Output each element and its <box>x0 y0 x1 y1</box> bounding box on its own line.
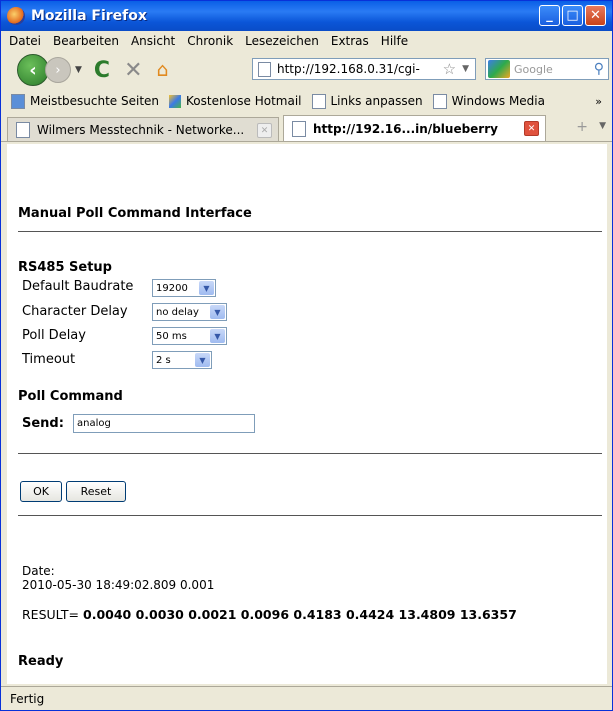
page-icon <box>258 61 271 77</box>
window-controls: _ □ ✕ <box>539 5 606 26</box>
page-title: Manual Poll Command Interface <box>18 206 252 221</box>
page-icon <box>16 121 30 138</box>
character-delay-select[interactable]: no delay ▼ <box>152 303 227 321</box>
maximize-button[interactable]: □ <box>562 5 583 26</box>
bookmarks-toolbar: Meistbesuchte Seiten Kostenlose Hotmail … <box>1 89 612 113</box>
timeout-label: Timeout <box>22 352 76 367</box>
bookmark-hotmail[interactable]: Kostenlose Hotmail <box>169 94 302 108</box>
chevron-down-icon[interactable]: ▼ <box>195 353 210 367</box>
menu-datei[interactable]: Datei <box>9 34 41 48</box>
title-bar: Mozilla Firefox _ □ ✕ <box>1 1 612 31</box>
ready-status: Ready <box>18 654 64 669</box>
poll-delay-label: Poll Delay <box>22 328 86 343</box>
divider <box>18 515 602 516</box>
home-icon[interactable]: ⌂ <box>157 59 169 81</box>
chevron-down-icon[interactable]: ▼ <box>199 281 214 295</box>
search-icon[interactable]: ⚲ <box>594 61 604 77</box>
date-value: 2010-05-30 18:49:02.809 0.001 <box>22 578 215 592</box>
close-window-button[interactable]: ✕ <box>585 5 606 26</box>
menu-chronik[interactable]: Chronik <box>187 34 233 48</box>
menu-hilfe[interactable]: Hilfe <box>381 34 408 48</box>
more-bookmarks-chevron-icon[interactable]: » <box>595 95 602 108</box>
minimize-button[interactable]: _ <box>539 5 560 26</box>
bookmark-links-anpassen[interactable]: Links anpassen <box>311 93 423 109</box>
status-text: Fertig <box>10 691 45 706</box>
baudrate-select[interactable]: 19200 ▼ <box>152 279 216 297</box>
tab-wilmers[interactable]: Wilmers Messtechnik - Networke... ✕ <box>7 117 279 141</box>
chevron-down-icon[interactable]: ▼ <box>210 329 225 343</box>
firefox-logo-icon <box>7 7 25 25</box>
stop-icon[interactable]: ✕ <box>124 58 142 83</box>
new-tab-icon[interactable]: + <box>576 119 588 135</box>
menu-bar: Datei Bearbeiten Ansicht Chronik Lesezei… <box>1 31 612 51</box>
close-tab-icon[interactable]: ✕ <box>524 121 539 136</box>
result-value: 0.0040 0.0030 0.0021 0.0096 0.4183 0.442… <box>83 607 517 622</box>
url-dropdown-icon[interactable]: ▼ <box>462 64 469 74</box>
google-search-engine-icon[interactable] <box>488 60 510 78</box>
reset-button[interactable]: Reset <box>66 481 126 502</box>
page-icon <box>432 93 447 109</box>
page-icon <box>311 93 326 109</box>
poll-command-heading: Poll Command <box>18 389 123 404</box>
menu-bearbeiten[interactable]: Bearbeiten <box>53 34 119 48</box>
menu-lesezeichen[interactable]: Lesezeichen <box>245 34 319 48</box>
menu-ansicht[interactable]: Ansicht <box>131 34 175 48</box>
bookmark-windows-media[interactable]: Windows Media <box>432 93 545 109</box>
navigation-toolbar: ‹ › ▼ C ✕ ⌂ http://192.168.0.31/cgi- ☆ ▼… <box>1 51 612 89</box>
result-label: RESULT= <box>22 607 80 622</box>
page-icon <box>292 120 306 137</box>
chevron-down-icon[interactable]: ▼ <box>210 305 225 319</box>
close-tab-icon[interactable]: ✕ <box>257 123 272 138</box>
timeout-select[interactable]: 2 s ▼ <box>152 351 212 369</box>
result-line: RESULT= 0.0040 0.0030 0.0021 0.0096 0.41… <box>22 607 517 622</box>
window-title: Mozilla Firefox <box>31 8 147 24</box>
tab-blueberry[interactable]: http://192.16...in/blueberry ✕ <box>283 115 546 141</box>
send-label: Send: <box>22 416 64 431</box>
history-dropdown-icon[interactable]: ▼ <box>75 65 82 75</box>
search-box[interactable]: Google ⚲ <box>485 58 609 80</box>
poll-delay-select[interactable]: 50 ms ▼ <box>152 327 227 345</box>
divider <box>18 453 602 454</box>
menu-extras[interactable]: Extras <box>331 34 369 48</box>
search-placeholder: Google <box>514 62 553 76</box>
most-visited-icon <box>11 93 25 109</box>
url-bar[interactable]: http://192.168.0.31/cgi- ☆ ▼ <box>252 58 476 80</box>
forward-button[interactable]: › <box>45 57 71 83</box>
date-label: Date: <box>22 564 55 578</box>
rs485-heading: RS485 Setup <box>18 260 112 275</box>
url-text[interactable]: http://192.168.0.31/cgi- <box>277 62 420 76</box>
send-input[interactable]: analog <box>73 414 255 433</box>
tab-strip: Wilmers Messtechnik - Networke... ✕ http… <box>1 113 612 142</box>
status-bar: Fertig <box>1 686 612 710</box>
reload-icon[interactable]: C <box>94 58 110 83</box>
hotmail-icon <box>169 94 182 108</box>
character-delay-label: Character Delay <box>22 304 128 319</box>
bookmark-star-icon[interactable]: ☆ <box>443 60 456 78</box>
page-content: Manual Poll Command Interface RS485 Setu… <box>7 144 607 684</box>
browser-window: Mozilla Firefox _ □ ✕ Datei Bearbeiten A… <box>0 0 613 711</box>
divider <box>18 231 602 232</box>
ok-button[interactable]: OK <box>20 481 62 502</box>
bookmark-meistbesuchte[interactable]: Meistbesuchte Seiten <box>11 93 159 109</box>
baudrate-label: Default Baudrate <box>22 279 134 294</box>
tab-list-icon[interactable]: ▼ <box>599 121 606 131</box>
